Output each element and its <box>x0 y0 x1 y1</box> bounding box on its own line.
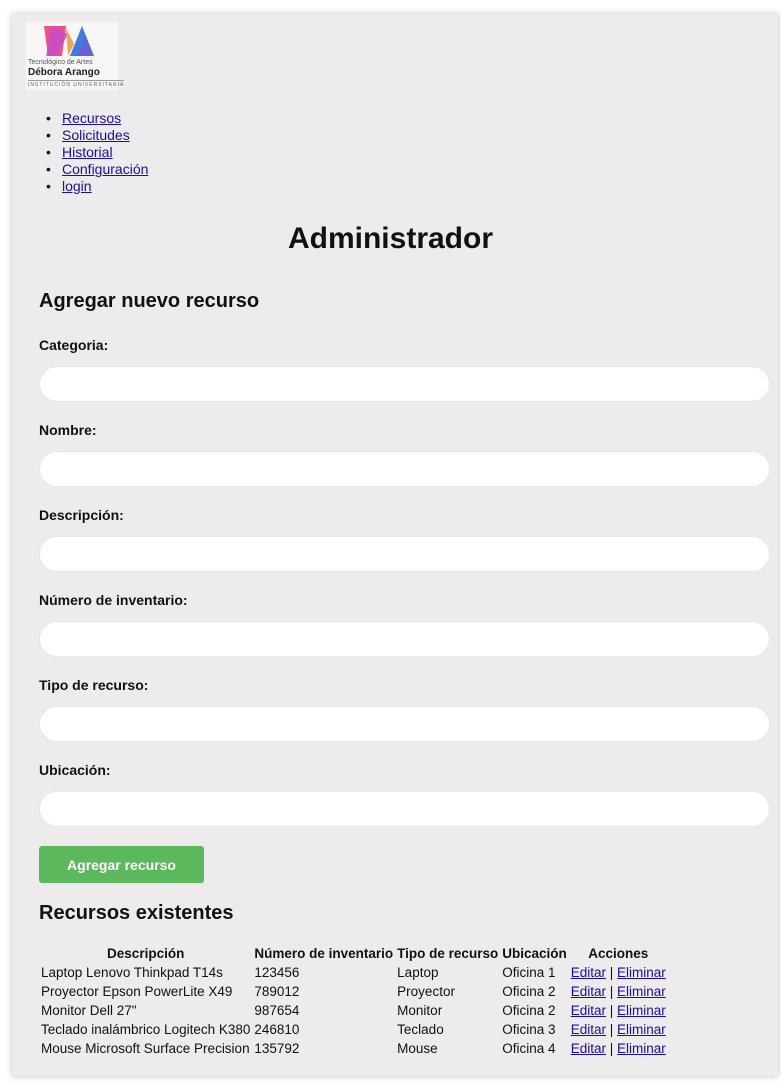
edit-link[interactable]: Editar <box>571 1022 606 1037</box>
table-row: Teclado inalámbrico Logitech K380 246810… <box>39 1020 668 1039</box>
add-resource-button[interactable]: Agregar recurso <box>39 846 204 883</box>
cell-acciones: Editar | Eliminar <box>569 1001 668 1020</box>
column-header-tipo: Tipo de recurso <box>397 946 499 961</box>
cell-descripcion: Mouse Microsoft Surface Precision <box>41 1041 250 1056</box>
delete-link[interactable]: Eliminar <box>617 984 666 999</box>
action-separator: | <box>609 1022 614 1037</box>
cell-tipo: Mouse <box>397 1041 438 1056</box>
ubicacion-input[interactable] <box>39 791 770 827</box>
cell-ubicacion: Oficina 2 <box>502 984 556 999</box>
nombre-label: Nombre: <box>39 422 97 438</box>
nav-link-solicitudes[interactable]: Solicitudes <box>62 127 130 143</box>
cell-tipo: Proyector <box>397 984 455 999</box>
action-separator: | <box>609 1003 614 1018</box>
cell-acciones: Editar | Eliminar <box>569 1020 668 1039</box>
logo-line-1: Tecnológico de Artes <box>28 59 93 66</box>
delete-link[interactable]: Eliminar <box>617 1003 666 1018</box>
cell-inventario: 789012 <box>254 984 300 999</box>
edit-link[interactable]: Editar <box>571 984 606 999</box>
table-row: Laptop Lenovo Thinkpad T14s 123456 Lapto… <box>39 963 668 982</box>
delete-link[interactable]: Eliminar <box>617 1041 666 1056</box>
cell-acciones: Editar | Eliminar <box>569 1039 668 1058</box>
table-header-row: Descripción Número de inventario Tipo de… <box>39 944 668 963</box>
nav-item-solicitudes: Solicitudes <box>46 127 148 144</box>
logo: Tecnológico de Artes Débora Arango INSTI… <box>26 22 125 90</box>
logo-line-3: INSTITUCIÓN UNIVERSITARIA <box>28 80 125 88</box>
cell-inventario: 123456 <box>254 965 300 980</box>
page-title: Administrador <box>287 222 494 255</box>
action-separator: | <box>609 965 614 980</box>
nav-link-configuracion[interactable]: Configuración <box>62 161 148 177</box>
categoria-label: Categoria: <box>39 337 109 353</box>
nav-link-historial[interactable]: Historial <box>62 144 113 160</box>
cell-ubicacion: Oficina 2 <box>502 1003 556 1018</box>
main-nav: Recursos Solicitudes Historial Configura… <box>46 110 148 195</box>
cell-ubicacion: Oficina 1 <box>502 965 556 980</box>
resources-table: Descripción Número de inventario Tipo de… <box>39 944 668 1058</box>
cell-inventario: 246810 <box>254 1022 300 1037</box>
cell-acciones: Editar | Eliminar <box>569 963 668 982</box>
logo-mark-icon <box>44 26 94 56</box>
table-row: Mouse Microsoft Surface Precision 135792… <box>39 1039 668 1058</box>
edit-link[interactable]: Editar <box>571 1003 606 1018</box>
nav-item-configuracion: Configuración <box>46 161 148 178</box>
column-header-acciones: Acciones <box>588 946 649 961</box>
edit-link[interactable]: Editar <box>571 1041 606 1056</box>
nav-item-recursos: Recursos <box>46 110 148 127</box>
cell-tipo: Teclado <box>397 1022 444 1037</box>
descripcion-label: Descripción: <box>39 507 124 523</box>
categoria-input[interactable] <box>39 366 770 402</box>
cell-ubicacion: Oficina 3 <box>502 1022 556 1037</box>
cell-descripcion: Monitor Dell 27" <box>41 1003 137 1018</box>
column-header-inventario: Número de inventario <box>254 946 394 961</box>
tipo-recurso-label: Tipo de recurso: <box>39 677 149 693</box>
numero-inventario-label: Número de inventario: <box>39 592 188 608</box>
logo-line-2: Débora Arango <box>28 67 100 78</box>
action-separator: | <box>609 1041 614 1056</box>
numero-inventario-input[interactable] <box>39 621 770 657</box>
tipo-recurso-input[interactable] <box>39 706 770 742</box>
cell-descripcion: Proyector Epson PowerLite X49 <box>41 984 233 999</box>
descripcion-input[interactable] <box>39 536 770 572</box>
table-row: Proyector Epson PowerLite X49 789012 Pro… <box>39 982 668 1001</box>
ubicacion-label: Ubicación: <box>39 762 111 778</box>
cell-inventario: 135792 <box>254 1041 300 1056</box>
nav-link-login[interactable]: login <box>62 178 92 194</box>
column-header-descripcion: Descripción <box>107 946 185 961</box>
nav-item-historial: Historial <box>46 144 148 161</box>
edit-link[interactable]: Editar <box>571 965 606 980</box>
form-title: Agregar nuevo recurso <box>39 290 260 312</box>
cell-tipo: Monitor <box>397 1003 443 1018</box>
cell-inventario: 987654 <box>254 1003 300 1018</box>
table-row: Monitor Dell 27" 987654 Monitor Oficina … <box>39 1001 668 1020</box>
action-separator: | <box>609 984 614 999</box>
cell-descripcion: Laptop Lenovo Thinkpad T14s <box>41 965 223 980</box>
delete-link[interactable]: Eliminar <box>617 965 666 980</box>
nav-item-login: login <box>46 178 148 195</box>
column-header-ubicacion: Ubicación <box>502 946 567 961</box>
nav-link-recursos[interactable]: Recursos <box>62 110 121 126</box>
cell-acciones: Editar | Eliminar <box>569 982 668 1001</box>
nombre-input[interactable] <box>39 451 770 487</box>
cell-ubicacion: Oficina 4 <box>502 1041 556 1056</box>
cell-tipo: Laptop <box>397 965 439 980</box>
cell-descripcion: Teclado inalámbrico Logitech K380 <box>41 1022 251 1037</box>
resources-title: Recursos existentes <box>39 902 234 924</box>
delete-link[interactable]: Eliminar <box>617 1022 666 1037</box>
